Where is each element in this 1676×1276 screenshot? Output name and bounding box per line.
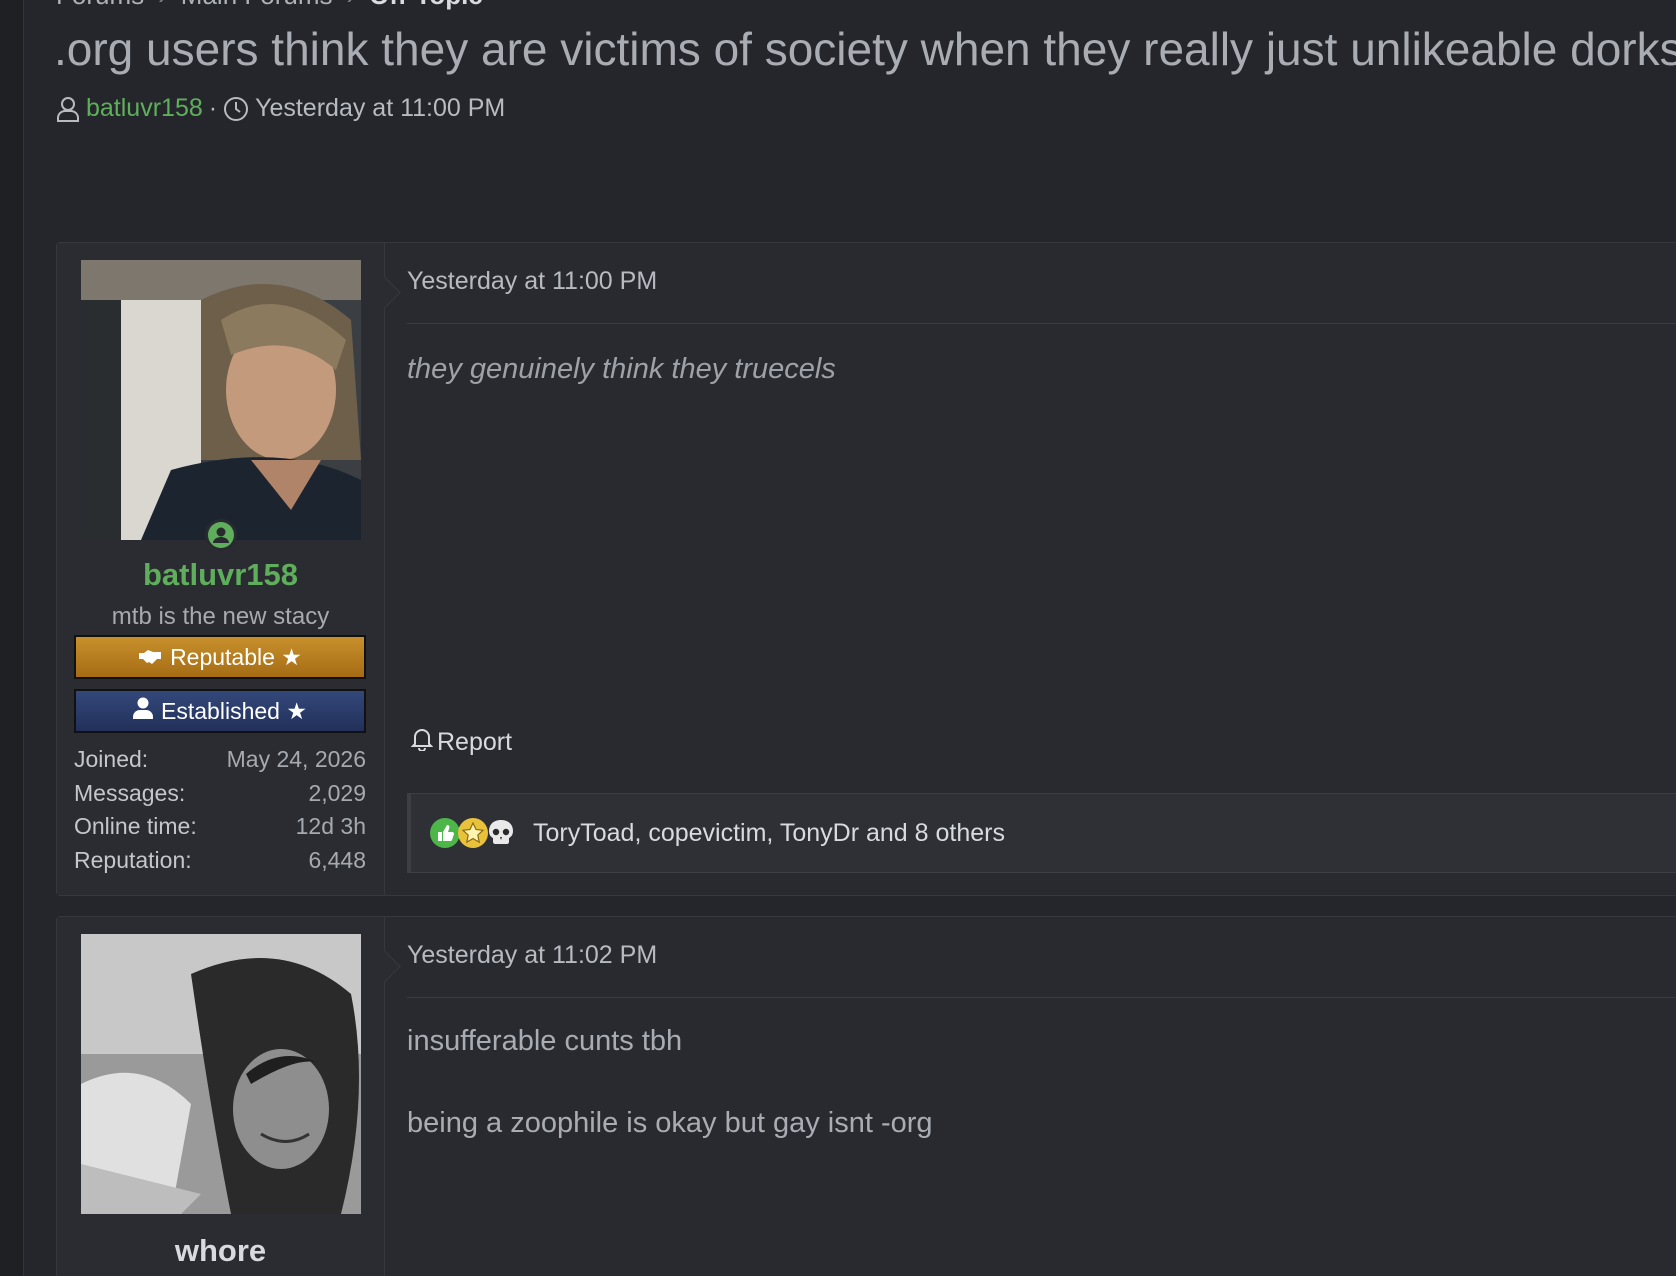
thread-meta: batluvr158 · Yesterday at 11:00 PM [56, 94, 505, 123]
stat-row: Reputation: 6,448 [74, 844, 366, 878]
post-user-cell: whore [57, 917, 401, 1276]
user-title: mtb is the new stacy [111, 603, 330, 630]
banner-label: Reputable ★ [170, 643, 302, 670]
post: batluvr158 mtb is the new stacy Reputabl… [56, 242, 1676, 896]
stat-row: Messages: 2,029 [74, 777, 366, 811]
skull-icon [485, 817, 517, 849]
report-label: Report [437, 728, 513, 756]
stat-label: Online time: [74, 813, 197, 840]
handshake-icon [138, 644, 162, 671]
stat-row: Online time: 12d 3h [74, 810, 366, 844]
post-date-link[interactable]: Yesterday at 11:02 PM [407, 941, 657, 970]
page-title: .org users think they are victims of soc… [54, 23, 1676, 75]
user-icon [56, 96, 80, 122]
stat-row: Joined: May 24, 2026 [74, 743, 366, 777]
user-icon [133, 697, 154, 725]
thread-date-link[interactable]: Yesterday at 11:00 PM [255, 94, 505, 123]
meta-separator: · [208, 94, 218, 122]
forum-thread-page: Forums › Main Forums › Off-Topic .org users … [0, 0, 1676, 1276]
post-username[interactable]: whore [57, 1233, 384, 1269]
post-date-link[interactable]: Yesterday at 11:00 PM [407, 267, 657, 296]
stat-label: Reputation: [74, 846, 192, 873]
breadcrumb-item-main-forums[interactable]: Main Forums [181, 0, 333, 10]
stat-label: Joined: [74, 746, 149, 773]
breadcrumb-separator: › [347, 0, 356, 10]
post-message-cell: Yesterday at 11:00 PM they genuinely thi… [385, 243, 1676, 895]
stat-value: 6,448 [308, 846, 366, 873]
stat-label: Messages: [74, 779, 186, 806]
post-body: they genuinely think they truecels [407, 353, 836, 385]
post-paragraph: being a zoophile is okay but gay isnt -o… [407, 1107, 933, 1139]
left-rail [0, 0, 24, 1276]
reaction-users-link[interactable]: ToryToad, copevictim, TonyDr and 8 other… [533, 819, 1005, 848]
avatar[interactable] [81, 934, 361, 1214]
post-message-cell: Yesterday at 11:02 PM insufferable cunts… [385, 917, 1676, 1276]
online-status-icon [205, 519, 237, 551]
avatar[interactable] [81, 260, 361, 540]
bell-icon [410, 727, 434, 758]
reputable-banner: Reputable ★ [74, 635, 366, 679]
post-user-cell: batluvr158 mtb is the new stacy Reputabl… [57, 243, 401, 895]
report-button[interactable]: Report [410, 727, 513, 758]
thread-author-link[interactable]: batluvr158 [86, 94, 203, 123]
stat-value: 2,029 [308, 779, 366, 806]
breadcrumb-item-forums[interactable]: Forums [56, 0, 144, 10]
clock-icon [223, 96, 249, 122]
reaction-icons [429, 817, 513, 849]
post-divider [407, 997, 1676, 998]
post-divider [407, 323, 1676, 324]
breadcrumb-item-current[interactable]: Off-Topic [369, 0, 483, 10]
established-banner: Established ★ [74, 689, 366, 733]
stat-value: 12d 3h [295, 813, 366, 840]
post: whore Yesterday at 11:02 PM insufferable… [56, 916, 1676, 1276]
breadcrumb: Forums › Main Forums › Off-Topic [56, 0, 483, 11]
banner-label: Established ★ [161, 697, 307, 724]
reactions-bar[interactable]: ToryToad, copevictim, TonyDr and 8 other… [407, 793, 1676, 873]
post-username[interactable]: batluvr158 [57, 557, 384, 593]
breadcrumb-separator: › [158, 0, 167, 10]
user-stats: Joined: May 24, 2026 Messages: 2,029 Onl… [74, 743, 366, 877]
post-paragraph: insufferable cunts tbh [407, 1025, 683, 1057]
stat-value: May 24, 2026 [226, 746, 366, 773]
